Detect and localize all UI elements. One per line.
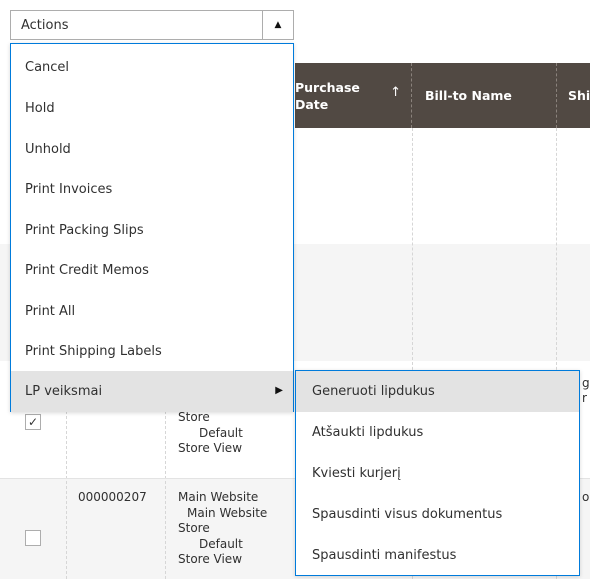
grid-header: Purchase Date ↑ Bill-to Name Shi — [295, 63, 590, 128]
ship-partial-label: Shi — [568, 88, 590, 103]
lp-submenu: Generuoti lipdukus Atšaukti lipdukus Kvi… — [295, 370, 580, 576]
submenu-item-label: Spausdinti visus dokumentus — [312, 507, 503, 522]
ship-cell-fragment: r — [582, 391, 587, 405]
menu-item-hold[interactable]: Hold — [11, 88, 293, 129]
menu-item-print-invoices[interactable]: Print Invoices — [11, 169, 293, 210]
submenu-item-kviesti-kurjeri[interactable]: Kviesti kurjerį — [296, 453, 579, 494]
submenu-item-generuoti-lipdukus[interactable]: Generuoti lipdukus — [296, 371, 579, 412]
menu-item-lp-veiksmai[interactable]: LP veiksmai ▶ — [11, 371, 293, 412]
bill-to-name-label: Bill-to Name — [425, 88, 512, 103]
purchase-point-line: Store — [178, 521, 210, 535]
menu-item-print-all[interactable]: Print All — [11, 291, 293, 332]
purchase-point-line: Store — [178, 410, 210, 424]
menu-item-label: Print Credit Memos — [25, 263, 149, 278]
menu-item-label: Print Invoices — [25, 182, 113, 197]
menu-item-label: Print All — [25, 304, 76, 319]
purchase-point-line: Store View — [178, 552, 243, 566]
ship-cell-fragment: o — [582, 490, 590, 504]
menu-item-cancel[interactable]: Cancel — [11, 47, 293, 88]
menu-item-unhold[interactable]: Unhold — [11, 129, 293, 170]
row-checkbox[interactable] — [25, 530, 41, 546]
menu-item-label: Unhold — [25, 142, 71, 157]
actions-label: Actions — [21, 17, 69, 33]
purchase-point-line: Default — [199, 425, 243, 440]
submenu-item-label: Spausdinti manifestus — [312, 548, 457, 563]
submenu-item-spausdinti-manifestus[interactable]: Spausdinti manifestus — [296, 535, 579, 576]
submenu-item-spausdinti-visus-dokumentus[interactable]: Spausdinti visus dokumentus — [296, 494, 579, 535]
column-header-bill-to-name[interactable]: Bill-to Name — [412, 63, 557, 128]
purchase-date-label: Purchase Date — [295, 79, 360, 112]
column-header-ship-partial[interactable]: Shi — [557, 63, 590, 128]
purchase-point-line: Store View — [178, 441, 243, 455]
menu-item-print-packing-slips[interactable]: Print Packing Slips — [11, 210, 293, 251]
purchase-point-line: Main Website — [187, 505, 268, 520]
menu-item-print-credit-memos[interactable]: Print Credit Memos — [11, 250, 293, 291]
submenu-item-label: Kviesti kurjerį — [312, 466, 401, 481]
sort-arrow-icon: ↑ — [390, 85, 401, 100]
submenu-item-label: Atšaukti lipdukus — [312, 425, 424, 440]
dropdown-toggle[interactable]: ▲ — [262, 11, 293, 39]
menu-item-label: Cancel — [25, 60, 70, 75]
purchase-point-line: Default — [199, 536, 243, 551]
actions-menu: Cancel Hold Unhold Print Invoices Print … — [10, 43, 294, 412]
caret-right-icon: ▶ — [275, 385, 283, 396]
submenu-item-label: Generuoti lipdukus — [312, 384, 435, 399]
caret-up-icon: ▲ — [274, 20, 282, 30]
purchase-point-cell: Main Website Main Website Store Default … — [178, 490, 288, 568]
purchase-point-line: Main Website — [178, 490, 259, 504]
submenu-item-atsaukti-lipdukus[interactable]: Atšaukti lipdukus — [296, 412, 579, 453]
actions-dropdown[interactable]: Actions ▲ — [10, 10, 294, 40]
ship-cell-fragment: g — [582, 376, 590, 390]
menu-item-label: Hold — [25, 101, 55, 116]
menu-item-label: Print Packing Slips — [25, 223, 144, 238]
row-checkbox-checked[interactable]: ✓ — [25, 414, 41, 430]
purchase-point-cell: Store Default Store View — [178, 410, 288, 457]
menu-item-print-shipping-labels[interactable]: Print Shipping Labels — [11, 331, 293, 372]
column-header-purchase-date[interactable]: Purchase Date ↑ — [295, 63, 412, 128]
menu-item-label: LP veiksmai — [25, 384, 103, 399]
menu-item-label: Print Shipping Labels — [25, 344, 162, 359]
order-id-cell: 000000207 — [78, 490, 147, 504]
